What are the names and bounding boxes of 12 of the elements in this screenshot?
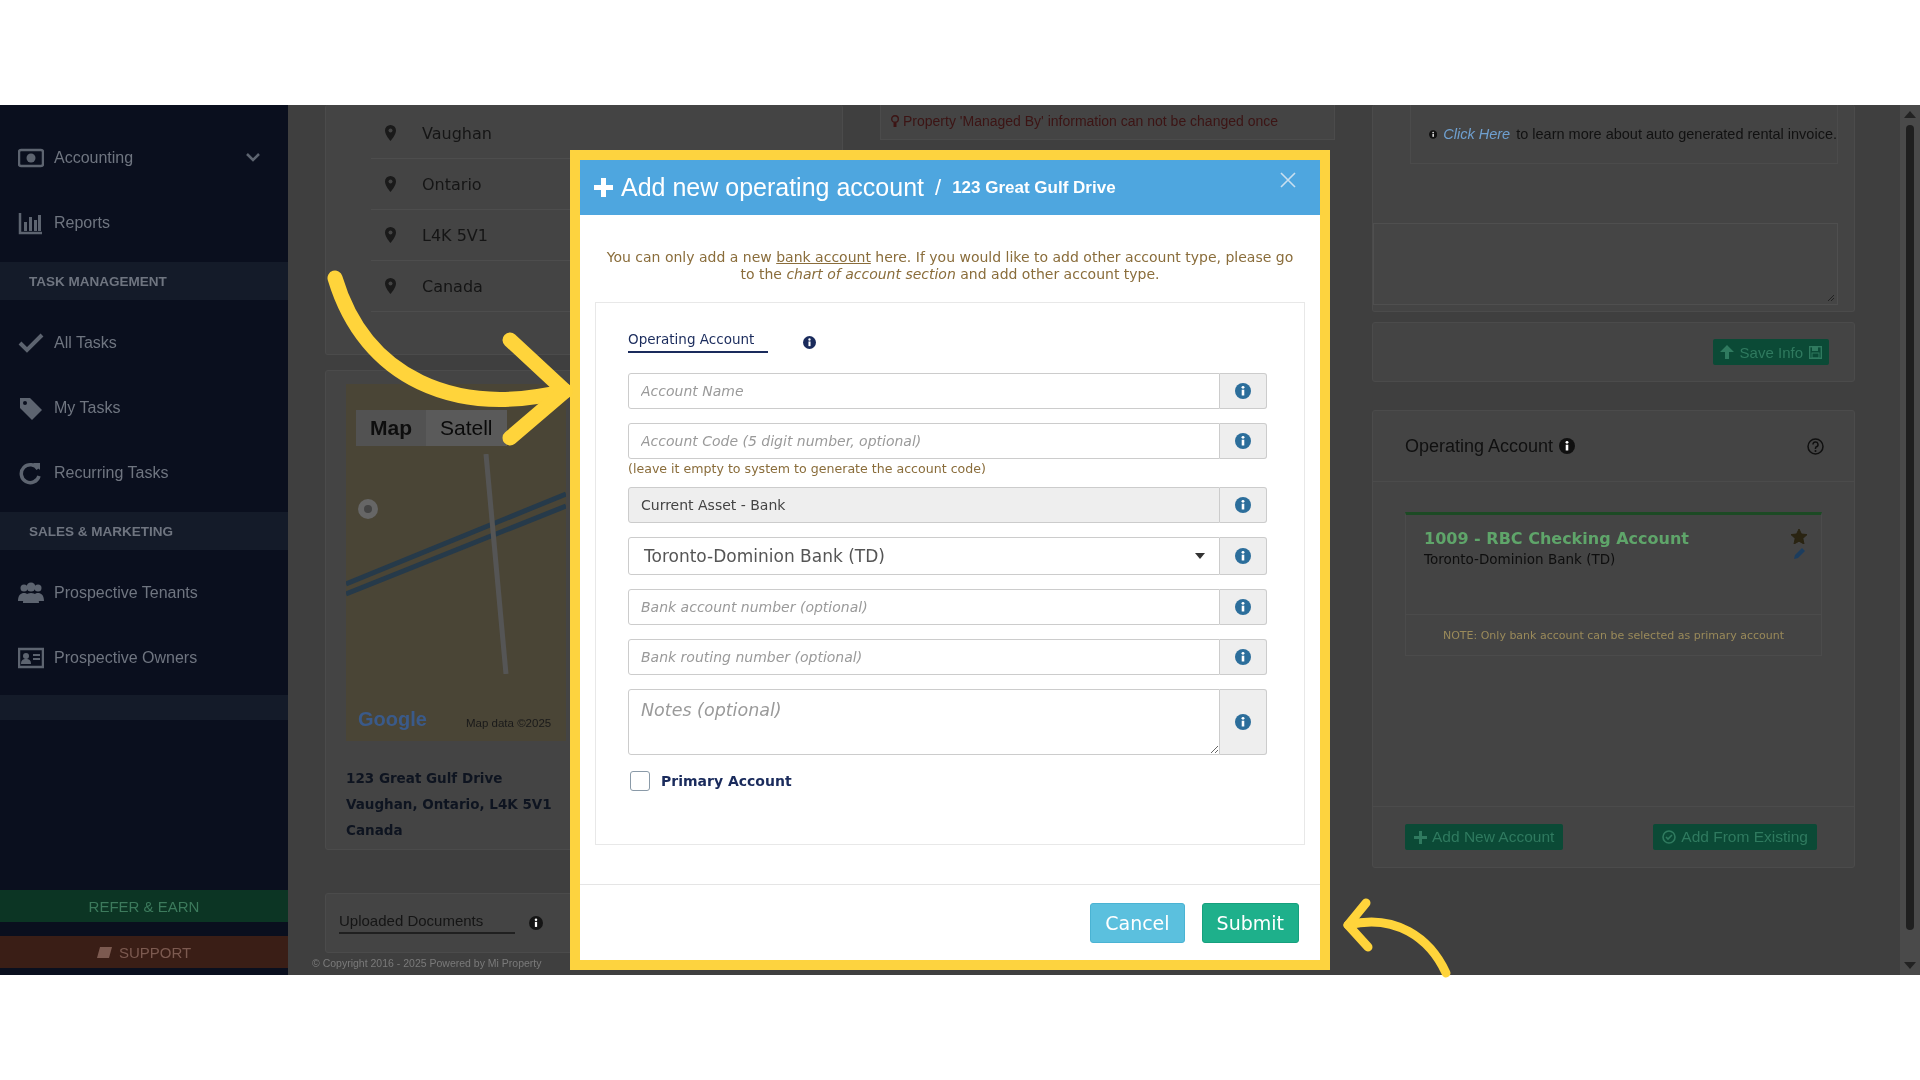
account-title: 1009 - RBC Checking Account (1424, 529, 1690, 548)
account-note: NOTE: Only bank account can be selected as primary account (1406, 614, 1821, 655)
modal-subtitle: 123 Great Gulf Drive (952, 177, 1116, 198)
title-separator: / (935, 174, 942, 201)
readonly-field: Current Asset - Bank (628, 487, 1220, 523)
map-logo: Google (358, 708, 427, 731)
field-hint: (leave it empty to system to generate the account code) (628, 461, 987, 476)
section-header: TASK MANAGEMENT (0, 262, 288, 300)
checkbox-label: Primary Account (661, 773, 792, 789)
modal-title: Add new operating account (621, 173, 924, 202)
section-header: SALES & MARKETING (0, 512, 288, 550)
intro-text: You can only add a new bank account here. If you would like to add other account type, please go to the chart of account section and add other account type. (605, 249, 1295, 283)
